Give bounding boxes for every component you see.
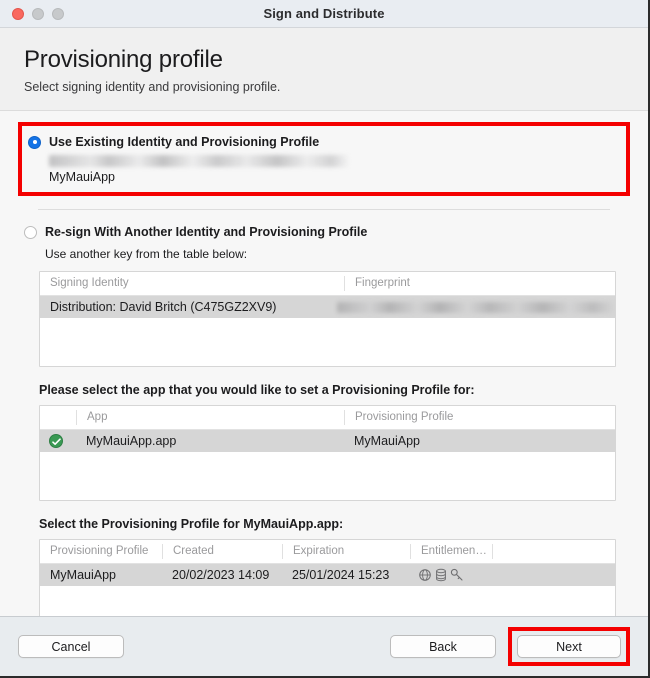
cell-fingerprint (325, 301, 615, 313)
checkmark-icon (49, 434, 63, 449)
header-band: Provisioning profile Select signing iden… (0, 28, 648, 111)
column-signing-identity[interactable]: Signing Identity (40, 276, 344, 291)
column-entitlements[interactable]: Entitlemen… (410, 544, 492, 560)
column-app[interactable]: App (76, 410, 344, 426)
table-row-empty (40, 586, 615, 611)
dialog-body: Use Existing Identity and Provisioning P… (0, 110, 648, 616)
cell-created: 20/02/2023 14:09 (172, 568, 270, 583)
page-title: Provisioning profile (24, 46, 223, 73)
entitlement-icon-group (410, 568, 492, 582)
app-table-header: App Provisioning Profile (40, 406, 615, 431)
provisioning-profile-table[interactable]: Provisioning Profile Created Expiration … (39, 539, 616, 616)
cell-expiration: 25/01/2024 15:23 (292, 568, 390, 583)
database-icon (435, 568, 447, 582)
table-row-empty (40, 476, 615, 501)
resign-section: Re-sign With Another Identity and Provis… (18, 224, 630, 261)
network-icon (418, 568, 432, 582)
table-row[interactable]: Distribution: David Britch (C475GZ2XV9) (40, 296, 615, 319)
table-row-empty (40, 342, 615, 367)
existing-identity-highlight: Use Existing Identity and Provisioning P… (18, 121, 630, 197)
resign-hint: Use another key from the table below: (45, 247, 248, 262)
back-button[interactable]: Back (390, 635, 496, 658)
window-title: Sign and Distribute (263, 6, 385, 21)
cancel-button[interactable]: Cancel (18, 635, 124, 658)
app-section-label: Please select the app that you would lik… (39, 383, 475, 398)
cell-signing-identity: Distribution: David Britch (C475GZ2XV9) (50, 300, 277, 315)
page-subtitle: Select signing identity and provisioning… (24, 79, 281, 94)
title-bar: Sign and Distribute (0, 0, 648, 28)
column-extra[interactable] (492, 544, 615, 560)
cell-app-name: MyMauiApp.app (86, 434, 177, 449)
cell-app-profile: MyMauiApp (354, 434, 420, 449)
redacted-fingerprint-text (337, 301, 615, 313)
sign-and-distribute-window: Sign and Distribute Provisioning profile… (0, 0, 650, 678)
redacted-identity-text (49, 155, 349, 168)
cell-app-check (40, 434, 76, 449)
profile-table-header: Provisioning Profile Created Expiration … (40, 540, 615, 565)
radio-use-existing-label: Use Existing Identity and Provisioning P… (49, 134, 320, 149)
next-button-highlight: Next (508, 627, 630, 666)
existing-profile-name: MyMauiApp (49, 170, 115, 185)
radio-unselected-icon[interactable] (24, 226, 37, 240)
radio-use-existing[interactable]: Use Existing Identity and Provisioning P… (28, 134, 616, 151)
cell-profile-name: MyMauiApp (50, 568, 116, 583)
column-provisioning-profile[interactable]: Provisioning Profile (40, 544, 162, 559)
column-app-provisioning-profile[interactable]: Provisioning Profile (344, 410, 615, 426)
dialog-footer: Cancel Back Next (0, 616, 648, 676)
radio-resign-label: Re-sign With Another Identity and Provis… (45, 225, 368, 240)
column-fingerprint[interactable]: Fingerprint (344, 276, 615, 292)
table-row-empty (40, 452, 615, 477)
radio-resign[interactable]: Re-sign With Another Identity and Provis… (24, 224, 630, 241)
column-expiration[interactable]: Expiration (282, 544, 410, 560)
key-icon (450, 568, 464, 582)
signing-identity-table[interactable]: Signing Identity Fingerprint Distributio… (39, 271, 616, 368)
column-app-check (40, 410, 76, 425)
table-row[interactable]: MyMauiApp.app MyMauiApp (40, 430, 615, 453)
cell-entitlements (410, 568, 492, 582)
identity-table-header: Signing Identity Fingerprint (40, 272, 615, 297)
radio-selected-icon[interactable] (28, 135, 41, 149)
column-created[interactable]: Created (162, 544, 282, 560)
next-button[interactable]: Next (517, 635, 621, 658)
table-row-empty (40, 318, 615, 343)
table-row[interactable]: MyMauiApp 20/02/2023 14:09 25/01/2024 15… (40, 564, 615, 587)
profile-section-label: Select the Provisioning Profile for MyMa… (39, 517, 344, 532)
app-table[interactable]: App Provisioning Profile MyMauiApp.app M… (39, 405, 616, 502)
section-divider (38, 209, 610, 211)
